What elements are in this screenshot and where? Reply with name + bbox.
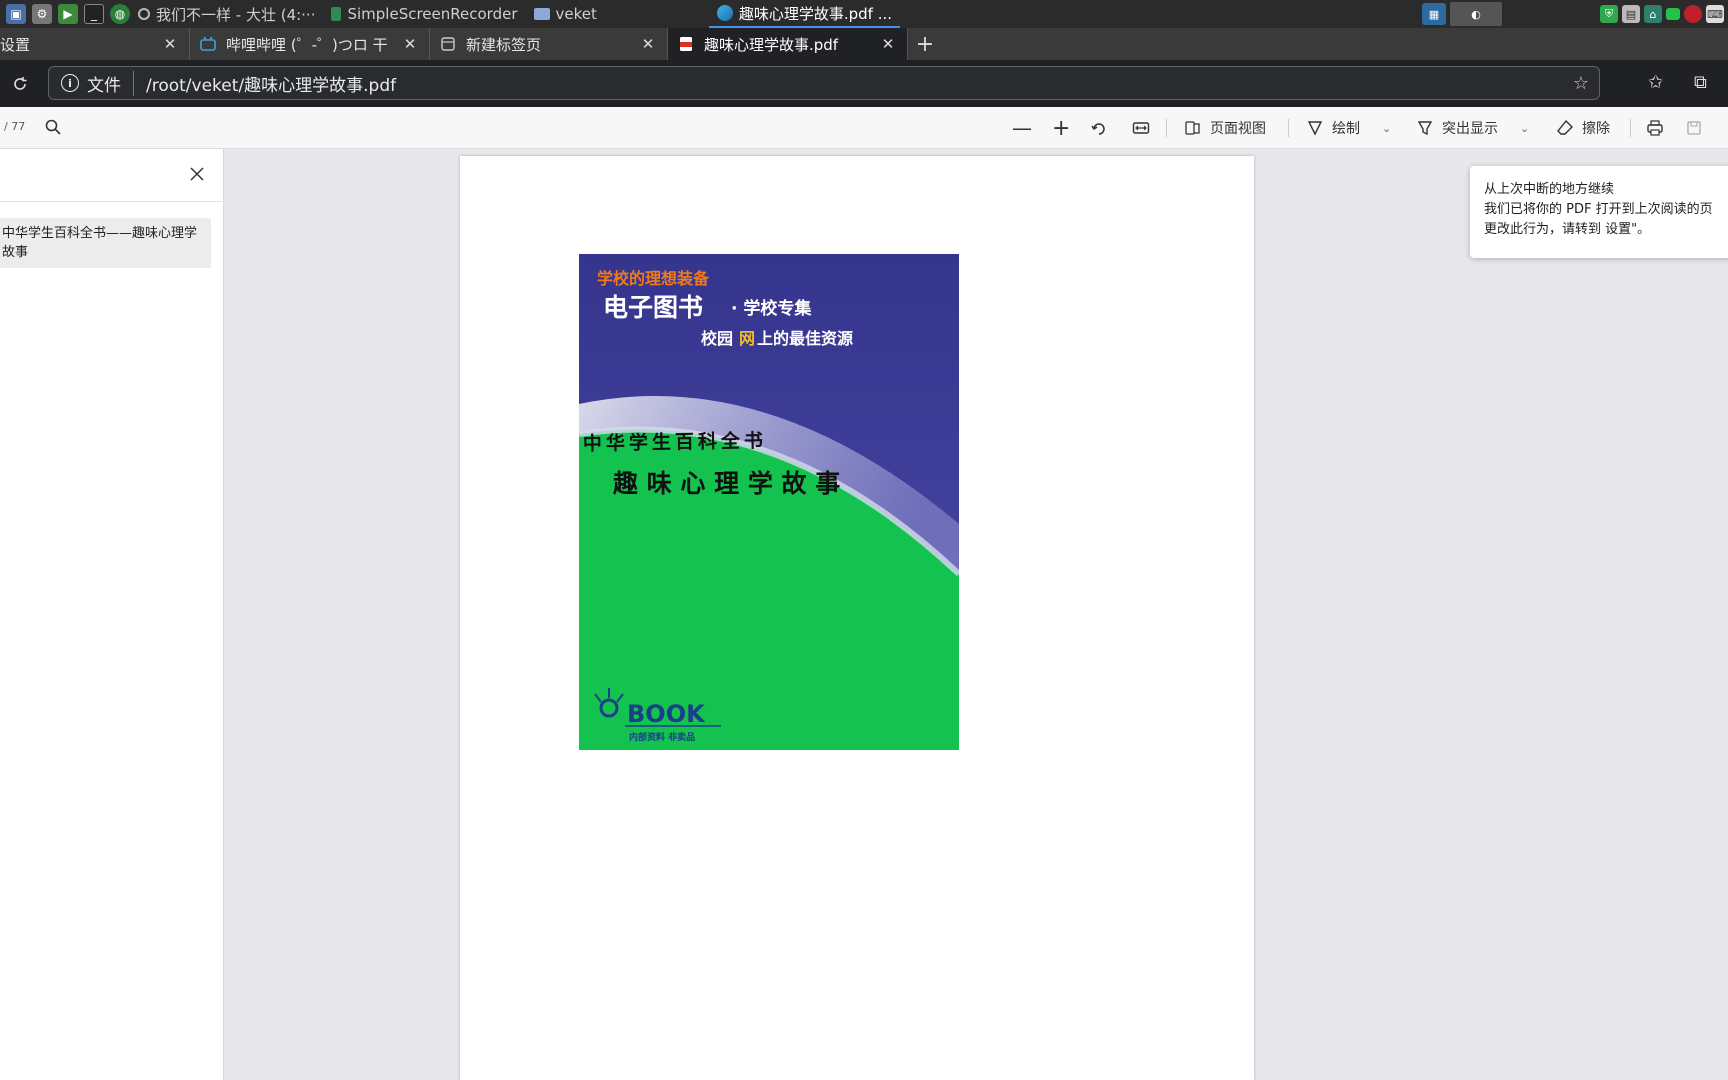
rotate-icon: [1091, 123, 1105, 135]
erase-button[interactable]: 擦除: [1556, 107, 1610, 149]
reload-button[interactable]: [0, 64, 40, 104]
print-button[interactable]: [1646, 107, 1664, 149]
cover-logo-text: BOOK: [627, 700, 706, 728]
tab-new-tab[interactable]: 新建标签页 ✕: [430, 28, 668, 60]
rotate-button[interactable]: [1090, 107, 1108, 149]
cover-tagline-b: 网: [739, 329, 755, 348]
system-tray: ▦ ◐ ⛨ ▤ ⌂ ⌨: [1422, 0, 1728, 28]
network-icon[interactable]: ⌂: [1644, 5, 1662, 23]
browser-tab-strip: 设置 ✕ 哔哩哔哩 (゜-゜)つロ 干 ✕ 新建标签页 ✕ 趣味心理学故事.pd…: [0, 28, 1728, 60]
tab-settings[interactable]: 设置 ✕: [0, 28, 190, 60]
desktop-icon[interactable]: ▦: [1422, 3, 1446, 25]
taskbar-task-folder[interactable]: veket: [526, 0, 605, 28]
folder-icon: [533, 8, 550, 20]
outline-item[interactable]: 中华学生百科全书——趣味心理学故事: [0, 218, 211, 268]
record-circle-icon: [138, 8, 150, 20]
cover-book-title: 趣 味 心 理 学 故 事: [612, 469, 840, 498]
address-bar[interactable]: i 文件 /root/veket/趣味心理学故事.pdf ☆: [48, 66, 1600, 100]
url-scheme-label: 文件: [87, 70, 134, 96]
zoom-in-button[interactable]: +: [1052, 107, 1070, 149]
pdf-file-icon: [680, 37, 692, 51]
tab-bilibili[interactable]: 哔哩哔哩 (゜-゜)つロ 干 ✕: [190, 28, 430, 60]
cover-tagline-c: 上的最佳资源: [757, 329, 853, 348]
taskbar-task-music[interactable]: 我们不一样 - 大壮 (4:···: [130, 0, 323, 28]
toast-line1: 我们已将你的 PDF 打开到上次阅读的页: [1484, 202, 1713, 217]
new-tab-page-icon: [441, 37, 455, 51]
edge-browser-icon: [716, 5, 733, 21]
shield-icon[interactable]: ⛨: [1600, 5, 1618, 23]
bilibili-icon: [200, 36, 216, 51]
page-count: / 77: [4, 120, 26, 133]
chevron-down-icon[interactable]: ⌄: [1520, 122, 1529, 135]
plus-icon: +: [915, 31, 935, 57]
close-icon[interactable]: ✕: [161, 35, 179, 53]
cover-title-big: 电子图书: [603, 293, 703, 322]
new-tab-button[interactable]: +: [908, 28, 942, 60]
save-disk-icon: [1687, 121, 1701, 135]
pdf-toolbar: / 77 — + 页面视图 绘制 ⌄ 突出显示 ⌄ 擦除: [0, 107, 1728, 149]
cover-title-small: · 学校专集: [731, 298, 812, 319]
plus-icon: +: [1052, 115, 1071, 141]
info-icon[interactable]: i: [61, 74, 79, 92]
recorder-icon: [331, 7, 342, 21]
close-icon[interactable]: ✕: [401, 35, 419, 53]
cover-encyclopedia-text: 中华学生百科全书: [583, 429, 767, 455]
resume-reading-toast: 从上次中断的地方继续 我们已将你的 PDF 打开到上次阅读的页 更改此行为，请转…: [1470, 166, 1728, 258]
printer-icon: [1647, 120, 1663, 136]
clipboard-icon[interactable]: ▤: [1622, 5, 1640, 23]
close-icon: [190, 167, 204, 181]
settings-tool-icon[interactable]: ⚙: [32, 4, 52, 24]
minus-icon: —: [1012, 116, 1032, 140]
record-icon[interactable]: [1684, 5, 1702, 23]
highlighter-icon: [1417, 121, 1433, 136]
system-monitor-icon[interactable]: ▣: [6, 4, 26, 24]
toast-line2[interactable]: 更改此行为，请转到 设置"。: [1484, 220, 1726, 240]
keyboard-icon[interactable]: ⌨: [1706, 5, 1724, 23]
web-globe-icon[interactable]: ◍: [110, 4, 130, 24]
battery-icon[interactable]: [1666, 8, 1680, 20]
close-sidebar-button[interactable]: [186, 163, 208, 185]
tab-pdf[interactable]: 趣味心理学故事.pdf ✕: [668, 28, 908, 60]
save-button[interactable]: [1686, 107, 1702, 149]
pdf-viewer[interactable]: 学校的理想装备 电子图书 · 学校专集 校园 网 上的最佳资源 中华学生百科全书…: [224, 149, 1728, 1080]
search-icon[interactable]: [44, 118, 62, 136]
highlight-button[interactable]: 突出显示 ⌄: [1416, 107, 1529, 149]
url-text[interactable]: /root/veket/趣味心理学故事.pdf: [146, 71, 396, 96]
outline-sidebar: 中华学生百科全书——趣味心理学故事: [0, 149, 224, 1080]
edge-taskbar-icon[interactable]: ◐: [1450, 2, 1502, 26]
reload-icon: [14, 76, 27, 90]
draw-button[interactable]: 绘制 ⌄: [1306, 107, 1391, 149]
cover-series-text: 学校的理想装备: [597, 269, 710, 288]
close-icon[interactable]: ✕: [639, 35, 657, 53]
toast-title: 从上次中断的地方继续: [1484, 182, 1615, 197]
taskbar-task-pdf[interactable]: 趣味心理学故事.pdf ...: [708, 0, 901, 28]
favorites-icon[interactable]: ✩: [1648, 72, 1663, 93]
taskbar-task-recorder[interactable]: SimpleScreenRecorder: [323, 0, 525, 28]
cover-logo-sub: 内部资料 非卖品: [629, 731, 695, 743]
fit-width-icon: [1132, 122, 1150, 134]
address-row: i 文件 /root/veket/趣味心理学故事.pdf ☆ ✩ ⧉: [0, 60, 1728, 107]
fit-to-width-button[interactable]: [1132, 107, 1150, 149]
add-favorite-icon[interactable]: ☆: [1573, 73, 1589, 94]
media-player-icon[interactable]: ▶: [58, 4, 78, 24]
os-taskbar: ▣ ⚙ ▶ _ ◍ 我们不一样 - 大壮 (4:··· SimpleScreen…: [0, 0, 1728, 28]
pdf-page: 学校的理想装备 电子图书 · 学校专集 校园 网 上的最佳资源 中华学生百科全书…: [460, 156, 1254, 1080]
zoom-out-button[interactable]: —: [1012, 107, 1032, 149]
close-icon[interactable]: ✕: [879, 35, 897, 53]
page-view-icon: [1185, 121, 1200, 135]
page-view-button[interactable]: 页面视图: [1184, 107, 1266, 149]
eraser-icon: [1557, 119, 1573, 135]
terminal-icon[interactable]: _: [84, 4, 104, 24]
chevron-down-icon[interactable]: ⌄: [1382, 122, 1391, 135]
cover-tagline-a: 校园: [701, 329, 733, 348]
draw-pen-icon: [1307, 121, 1323, 136]
book-cover-image: 学校的理想装备 电子图书 · 学校专集 校园 网 上的最佳资源 中华学生百科全书…: [579, 254, 959, 750]
collections-icon[interactable]: ⧉: [1694, 72, 1707, 93]
